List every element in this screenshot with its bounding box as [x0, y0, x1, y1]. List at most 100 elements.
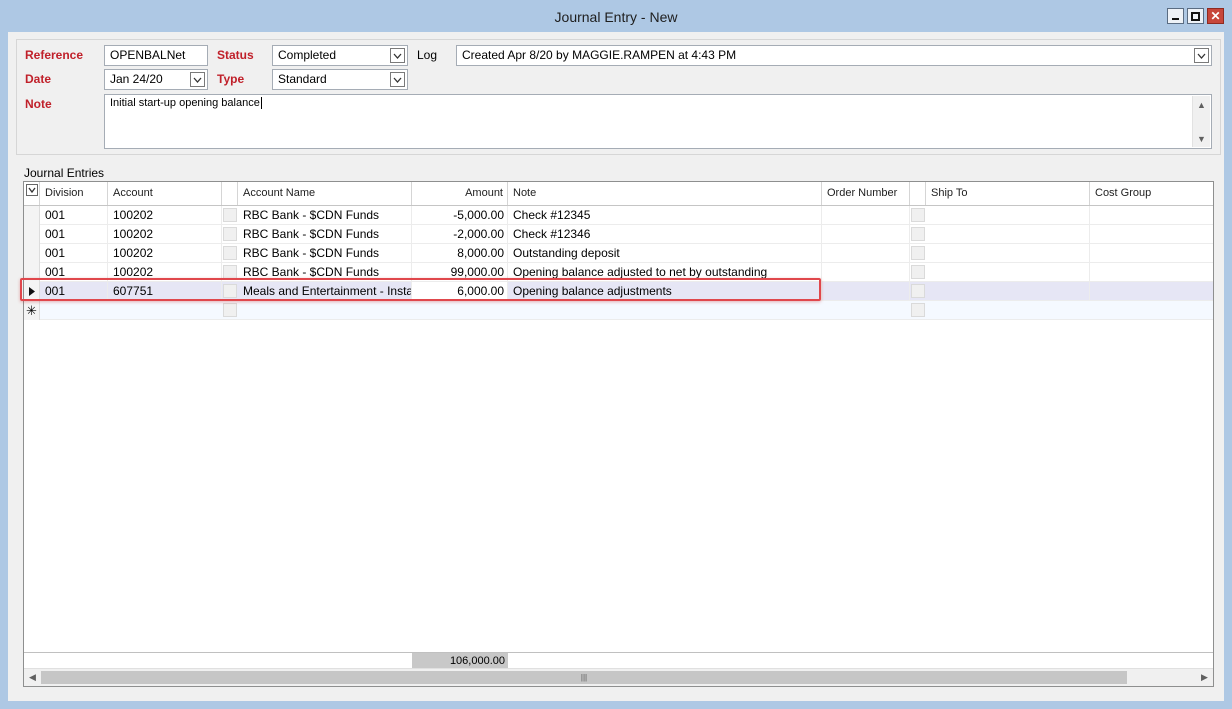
window-client: Reference OPENBALNet Status Completed Lo…	[8, 32, 1224, 701]
window-title-bar[interactable]: Journal Entry - New ✕	[0, 0, 1232, 32]
cell-order-number[interactable]	[822, 206, 910, 225]
column-amount[interactable]: Amount	[412, 182, 508, 205]
status-label: Status	[217, 48, 254, 62]
column-account-name[interactable]: Account Name	[238, 182, 412, 205]
cell-cost-group[interactable]	[1090, 282, 1213, 301]
account-lookup-button[interactable]	[223, 265, 237, 279]
scroll-left-icon[interactable]: ◀	[24, 669, 41, 686]
status-select[interactable]: Completed	[272, 45, 408, 66]
date-field[interactable]: Jan 24/20	[104, 69, 208, 90]
log-select[interactable]: Created Apr 8/20 by MAGGIE.RAMPEN at 4:4…	[456, 45, 1212, 66]
cell-note[interactable]: Outstanding deposit	[508, 244, 822, 263]
scroll-up-icon[interactable]: ▲	[1193, 96, 1210, 113]
cell-cost-group[interactable]	[1090, 263, 1213, 282]
column-chooser-button[interactable]	[24, 182, 40, 205]
cell-order-number[interactable]	[822, 225, 910, 244]
cell-account-name[interactable]: RBC Bank - $CDN Funds	[238, 225, 412, 244]
date-value: Jan 24/20	[110, 72, 163, 86]
status-value: Completed	[278, 48, 337, 62]
cell-account[interactable]: 100202	[108, 206, 222, 225]
column-ship-to[interactable]: Ship To	[926, 182, 1090, 205]
cell-note[interactable]: Check #12345	[508, 206, 822, 225]
cell-cost-group[interactable]	[1090, 225, 1213, 244]
row-header[interactable]	[24, 225, 40, 244]
close-icon: ✕	[1210, 9, 1221, 23]
new-row-star-icon: ✳	[26, 303, 37, 318]
column-account[interactable]: Account	[108, 182, 222, 205]
cell-ship-to[interactable]	[926, 225, 1090, 244]
cell-ship-to[interactable]	[926, 244, 1090, 263]
chevron-down-icon[interactable]	[1194, 48, 1209, 63]
table-row[interactable]: 001 100202 RBC Bank - $CDN Funds -5,000.…	[24, 206, 1213, 225]
note-value: Initial start-up opening balance	[110, 97, 260, 109]
maximize-icon	[1191, 11, 1200, 21]
date-label: Date	[25, 72, 52, 86]
journal-entries-label: Journal Entries	[24, 166, 105, 180]
text-cursor	[260, 97, 262, 109]
scroll-down-icon[interactable]: ▼	[1193, 130, 1210, 147]
cell-account-name[interactable]: RBC Bank - $CDN Funds	[238, 244, 412, 263]
type-label: Type	[217, 72, 245, 86]
chevron-down-icon	[26, 184, 38, 196]
column-division[interactable]: Division	[40, 182, 108, 205]
cell-division[interactable]: 001	[40, 225, 108, 244]
grid-footer: 106,000.00	[24, 652, 1213, 669]
cell-cost-group[interactable]	[1090, 244, 1213, 263]
cell-account[interactable]: 100202	[108, 225, 222, 244]
note-scrollbar[interactable]: ▲ ▼	[1192, 96, 1210, 147]
table-row-new[interactable]: ✳	[24, 301, 1213, 320]
ship-to-lookup-button[interactable]	[911, 284, 925, 298]
scroll-right-icon[interactable]: ▶	[1196, 669, 1213, 686]
amount-total: 106,000.00	[412, 653, 508, 669]
cell-amount[interactable]: 8,000.00	[412, 244, 508, 263]
cell-order-number[interactable]	[822, 244, 910, 263]
account-lookup-button[interactable]	[223, 208, 237, 222]
annotation-highlight-box	[20, 278, 821, 301]
cell-cost-group[interactable]	[1090, 206, 1213, 225]
ship-to-lookup-button[interactable]	[911, 303, 925, 317]
horizontal-scrollbar[interactable]: ◀ ||| ▶	[24, 668, 1213, 686]
window-title: Journal Entry - New	[554, 9, 678, 25]
minimize-button[interactable]	[1167, 8, 1184, 24]
type-select[interactable]: Standard	[272, 69, 408, 90]
chevron-down-icon[interactable]	[390, 48, 405, 63]
chevron-down-icon[interactable]	[390, 72, 405, 87]
table-row[interactable]: 001 100202 RBC Bank - $CDN Funds 8,000.0…	[24, 244, 1213, 263]
cell-account-name[interactable]: RBC Bank - $CDN Funds	[238, 206, 412, 225]
cell-order-number[interactable]	[822, 263, 910, 282]
cell-ship-to[interactable]	[926, 282, 1090, 301]
cell-ship-to[interactable]	[926, 206, 1090, 225]
row-header[interactable]: ✳	[24, 301, 40, 320]
ship-to-lookup-button[interactable]	[911, 246, 925, 260]
cell-account[interactable]: 100202	[108, 244, 222, 263]
row-header[interactable]	[24, 206, 40, 225]
close-button[interactable]: ✕	[1207, 8, 1224, 24]
reference-label: Reference	[25, 48, 84, 62]
chevron-down-icon[interactable]	[190, 72, 205, 87]
cell-amount[interactable]: -2,000.00	[412, 225, 508, 244]
cell-ship-to[interactable]	[926, 263, 1090, 282]
note-textarea[interactable]: Initial start-up opening balance ▲ ▼	[104, 94, 1212, 149]
journal-entries-grid[interactable]: Division Account Account Name Amount Not…	[23, 181, 1214, 687]
grid-header: Division Account Account Name Amount Not…	[24, 182, 1213, 206]
cell-division[interactable]: 001	[40, 244, 108, 263]
row-header[interactable]	[24, 244, 40, 263]
cell-division[interactable]: 001	[40, 206, 108, 225]
column-note[interactable]: Note	[508, 182, 822, 205]
scroll-thumb[interactable]: |||	[41, 671, 1127, 684]
ship-to-lookup-button[interactable]	[911, 265, 925, 279]
cell-amount[interactable]: -5,000.00	[412, 206, 508, 225]
ship-to-lookup-button[interactable]	[911, 227, 925, 241]
maximize-button[interactable]	[1187, 8, 1204, 24]
ship-to-lookup-button[interactable]	[911, 208, 925, 222]
reference-field[interactable]: OPENBALNet	[104, 45, 208, 66]
account-lookup-button[interactable]	[223, 303, 237, 317]
column-cost-group[interactable]: Cost Group	[1090, 182, 1213, 205]
cell-order-number[interactable]	[822, 282, 910, 301]
cell-note[interactable]: Check #12346	[508, 225, 822, 244]
log-value: Created Apr 8/20 by MAGGIE.RAMPEN at 4:4…	[462, 48, 737, 62]
column-order-number[interactable]: Order Number	[822, 182, 910, 205]
account-lookup-button[interactable]	[223, 246, 237, 260]
table-row[interactable]: 001 100202 RBC Bank - $CDN Funds -2,000.…	[24, 225, 1213, 244]
account-lookup-button[interactable]	[223, 227, 237, 241]
